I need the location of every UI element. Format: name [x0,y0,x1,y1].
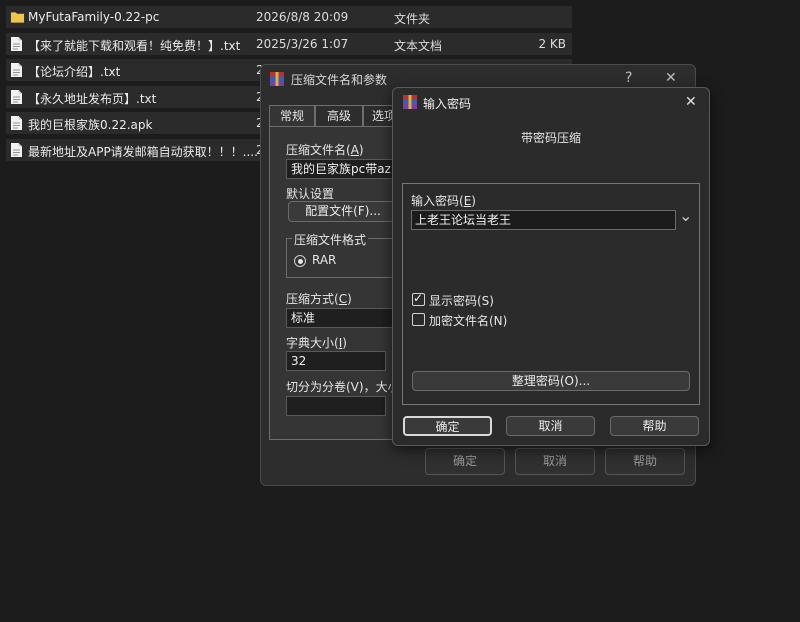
archive-name-label: 压缩文件名(A) [286,143,364,157]
archive-dialog-title: 压缩文件名和参数 [291,73,388,87]
password-dialog-title: 输入密码 [423,97,472,111]
rar-radio[interactable] [294,255,306,267]
show-password-label: 显示密码(S) [429,294,494,308]
file-name: MyFutaFamily-0.22-pc [28,10,160,24]
file-size: 2 KB [538,36,566,51]
dictionary-size-select[interactable]: 32 [286,351,386,371]
text-file-icon [11,36,22,51]
chevron-down-icon[interactable]: ⌄ [679,206,692,225]
archive-cancel-button[interactable]: 取消 [515,448,595,475]
file-name: 我的巨根家族0.22.apk [28,118,153,133]
profiles-button[interactable]: 配置文件(F)... [288,201,398,222]
dictionary-size-label: 字典大小(I) [286,336,347,350]
default-settings-label: 默认设置 [286,187,335,201]
compression-method-label: 压缩方式(C) [286,292,352,306]
show-password-checkbox[interactable] [412,291,425,306]
text-file-icon [11,63,22,78]
split-volumes-label: 切分为分卷(V)，大小 [286,380,400,394]
password-group: 输入密码(E) 上老王论坛当老王 ⌄ 显示密码(S) 加密文件名(N) 整理密码… [402,183,700,405]
file-row[interactable]: MyFutaFamily-0.22-pc 2026/8/8 20:09 文件夹 [6,6,572,28]
text-file-icon [11,89,22,104]
file-type: 文件夹 [394,12,431,26]
encrypt-filenames-label: 加密文件名(N) [429,314,508,328]
help-icon[interactable]: ? [625,70,632,86]
password-ok-button[interactable]: 确定 [403,416,492,436]
compression-method-select[interactable]: 标准 [286,308,398,328]
password-cancel-button[interactable]: 取消 [506,416,595,436]
password-label: 输入密码(E) [411,194,476,208]
close-icon[interactable]: ✕ [665,70,677,86]
file-date: 2026/8/8 20:09 [256,10,349,24]
file-name: 【永久地址发布页】.txt [28,91,157,106]
file-date: 2025/3/26 1:07 [256,36,349,51]
password-dialog-titlebar[interactable]: 输入密码 ✕ [393,88,709,118]
file-icon [11,116,22,131]
file-name: 最新地址及APP请发邮箱自动获取！！！.... [28,144,258,159]
password-input[interactable]: 上老王论坛当老王 [411,210,676,230]
file-name: 【来了就能下载和观看！纯免费！】.txt [28,38,241,53]
close-icon[interactable]: ✕ [685,94,697,110]
file-name: 【论坛介绍】.txt [28,65,121,80]
encrypt-filenames-checkbox[interactable] [412,313,425,326]
organize-passwords-button[interactable]: 整理密码(O)... [412,371,690,391]
archive-ok-button[interactable]: 确定 [425,448,505,475]
folder-icon [10,12,25,23]
archive-name-field[interactable]: 我的巨家族pc带az.rar [286,159,398,179]
enter-password-dialog: 输入密码 ✕ 带密码压缩 输入密码(E) 上老王论坛当老王 ⌄ 显示密码(S) … [392,87,710,446]
winrar-icon [403,95,417,109]
file-row[interactable]: 【来了就能下载和观看！纯免费！】.txt 2025/3/26 1:07 文本文档 2 … [6,32,572,55]
file-type: 文本文档 [394,38,443,53]
split-volumes-input[interactable] [286,396,386,416]
archive-format-label: 压缩文件格式 [292,231,369,248]
text-file-icon [11,142,22,157]
rar-label: RAR [312,253,337,267]
password-dialog-subtitle: 带密码压缩 [520,131,581,145]
archive-help-button[interactable]: 帮助 [605,448,685,475]
winrar-icon [270,72,284,86]
password-help-button[interactable]: 帮助 [610,416,699,436]
